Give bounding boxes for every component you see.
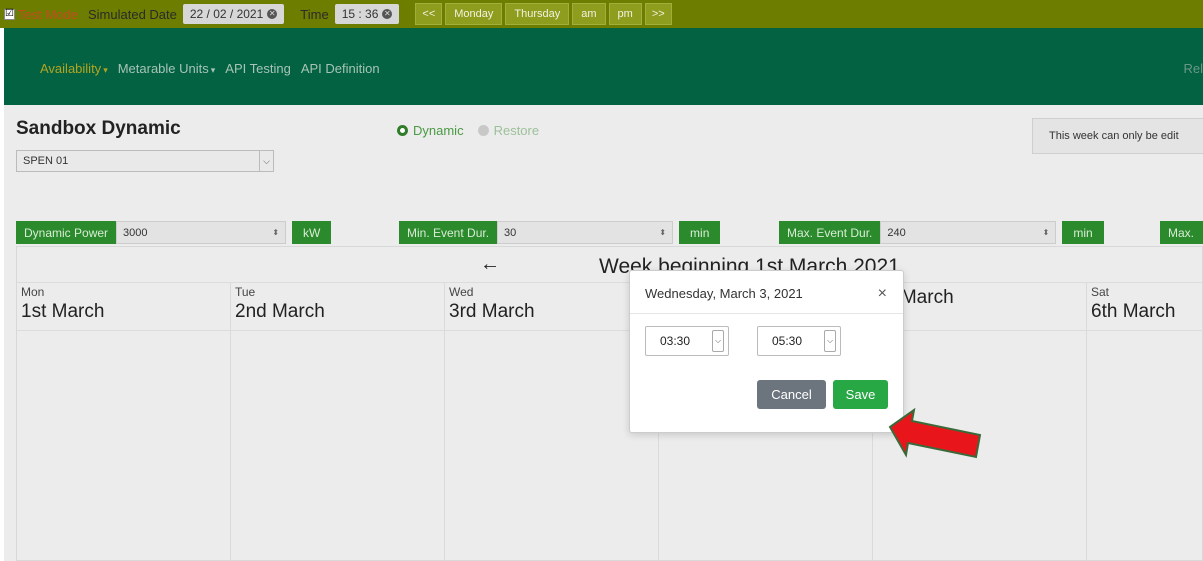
- unit-select-value: SPEN 01: [23, 155, 69, 167]
- nav-item-label: Availability: [40, 61, 102, 76]
- nav-item-metarable-units[interactable]: Metarable Units ▾: [118, 61, 216, 76]
- radio-dynamic[interactable]: Dynamic: [397, 123, 464, 138]
- divider: [231, 330, 444, 331]
- caret-down-icon: ▾: [210, 65, 216, 75]
- day-name: Mon: [21, 285, 45, 299]
- day-date: 1st March: [21, 301, 105, 322]
- mode-radio-group: Dynamic Restore: [397, 123, 539, 138]
- max-trunc-label: Max.: [1160, 221, 1203, 244]
- main-navbar: Availability ▾ Metarable Units ▾ API Testi…: [4, 28, 1203, 105]
- nav-item-api-testing[interactable]: API Testing: [225, 61, 291, 76]
- start-time-select[interactable]: 03:30 ⌵: [645, 326, 729, 356]
- chevron-down-icon: ⌵: [259, 151, 273, 171]
- radio-restore-label: Restore: [493, 123, 540, 138]
- radio-restore[interactable]: Restore: [477, 123, 540, 138]
- test-mode-checkbox[interactable]: ☑: [4, 8, 15, 20]
- simulated-date-field[interactable]: 22 / 02 / 2021 ✕: [182, 4, 285, 24]
- min-event-label: Min. Event Dur.: [399, 221, 498, 244]
- divider: [17, 330, 230, 331]
- red-arrow-icon: [888, 407, 982, 459]
- edit-notice: This week can only be edit: [1032, 118, 1203, 154]
- dynamic-power-label: Dynamic Power: [16, 221, 117, 244]
- monday-button[interactable]: Monday: [445, 3, 503, 25]
- day-column-sat[interactable]: Sat 6th March: [1087, 283, 1203, 561]
- spinner-icon[interactable]: ⬍: [659, 228, 666, 237]
- pm-button[interactable]: pm: [608, 3, 642, 25]
- max-event-input[interactable]: 240 ⬍: [880, 221, 1057, 244]
- caret-down-icon: ▾: [103, 65, 108, 75]
- max-event-unit: min: [1062, 221, 1104, 244]
- test-mode-label: Test Mode: [18, 6, 78, 22]
- cancel-button[interactable]: Cancel: [757, 380, 826, 409]
- day-header: Mon 1st March: [21, 285, 104, 323]
- test-mode-bar: ☑ Test Mode Simulated Date 22 / 02 / 202…: [0, 0, 1203, 28]
- time-value: 15 : 36: [341, 7, 379, 21]
- clear-date-icon[interactable]: ✕: [267, 9, 278, 19]
- end-time-select[interactable]: 05:30 ⌵: [757, 326, 841, 356]
- day-column-tue[interactable]: Tue 2nd March: [231, 283, 445, 561]
- prev-week-button[interactable]: <<: [415, 3, 443, 25]
- week-calendar: ← Week beginning 1st March 2021 Mon 1st …: [16, 246, 1203, 561]
- divider: [630, 313, 903, 314]
- modal-title: Wednesday, March 3, 2021: [645, 286, 803, 301]
- time-range-modal: Wednesday, March 3, 2021 × 03:30 ⌵ 05:30…: [629, 270, 904, 433]
- time-label: Time: [300, 6, 329, 22]
- dynamic-power-input[interactable]: 3000 ⬍: [116, 221, 287, 244]
- calendar-header: ← Week beginning 1st March 2021: [17, 247, 1202, 283]
- spinner-icon[interactable]: ⬍: [272, 228, 279, 237]
- day-date: 3rd March: [449, 301, 535, 322]
- spinner-icon[interactable]: ⬍: [1043, 228, 1050, 237]
- radio-dot-icon: [477, 125, 489, 136]
- simulated-date-label: Simulated Date: [87, 6, 177, 22]
- nav-right-link[interactable]: Rel: [1183, 61, 1203, 76]
- day-header: Sat 6th March: [1091, 285, 1175, 323]
- min-event-value: 30: [504, 226, 517, 239]
- day-name: Sat: [1091, 285, 1110, 299]
- day-column-mon[interactable]: Mon 1st March: [17, 283, 231, 561]
- dynamic-power-value: 3000: [123, 226, 148, 239]
- day-header: Tue 2nd March: [235, 285, 325, 323]
- nav-item-api-definition[interactable]: API Definition: [301, 61, 380, 76]
- nav-item-label: Metarable Units: [117, 61, 209, 76]
- nav-items: Availability ▾ Metarable Units ▾ API Testi…: [40, 61, 380, 76]
- max-trunc-group: Max.: [1160, 221, 1203, 244]
- unit-select[interactable]: SPEN 01 ⌵: [16, 150, 274, 172]
- nav-item-availability[interactable]: Availability ▾: [40, 61, 108, 76]
- clear-time-icon[interactable]: ✕: [382, 9, 393, 19]
- arrow-left-icon[interactable]: ←: [480, 253, 500, 276]
- day-name: Wed: [449, 285, 474, 299]
- close-icon[interactable]: ×: [878, 285, 887, 303]
- radio-dot-icon: [397, 125, 408, 136]
- chevron-down-icon: ⌵: [712, 330, 724, 352]
- max-event-value: 240: [887, 226, 906, 239]
- divider: [873, 330, 1086, 331]
- simulated-date-value: 22 / 02 / 2021: [189, 7, 264, 21]
- next-week-button[interactable]: >>: [644, 3, 672, 25]
- thursday-button[interactable]: Thursday: [505, 3, 570, 25]
- min-event-unit: min: [679, 221, 721, 244]
- dynamic-power-unit: kW: [292, 221, 332, 244]
- page-content: Sandbox Dynamic SPEN 01 ⌵ Dynamic Restor…: [4, 105, 1203, 561]
- page-title: Sandbox Dynamic: [16, 118, 181, 139]
- max-event-group: Max. Event Dur. 240 ⬍ min: [779, 221, 1104, 244]
- day-header: Wed 3rd March: [449, 285, 535, 323]
- min-event-group: Min. Event Dur. 30 ⬍ min: [399, 221, 721, 244]
- dynamic-power-group: Dynamic Power 3000 ⬍ kW: [16, 221, 332, 244]
- max-event-label: Max. Event Dur.: [779, 221, 881, 244]
- chevron-down-icon: ⌵: [824, 330, 836, 352]
- start-time-value: 03:30: [660, 334, 691, 348]
- am-button[interactable]: am: [572, 3, 606, 25]
- time-field[interactable]: 15 : 36 ✕: [334, 4, 400, 24]
- radio-dynamic-label: Dynamic: [413, 123, 464, 138]
- day-column-wed[interactable]: Wed 3rd March: [445, 283, 659, 561]
- divider: [445, 330, 658, 331]
- min-event-input[interactable]: 30 ⬍: [497, 221, 674, 244]
- divider: [1087, 330, 1203, 331]
- day-name: Tue: [235, 285, 256, 299]
- day-date: 2nd March: [235, 301, 325, 322]
- end-time-value: 05:30: [772, 334, 803, 348]
- day-date: 6th March: [1091, 301, 1176, 322]
